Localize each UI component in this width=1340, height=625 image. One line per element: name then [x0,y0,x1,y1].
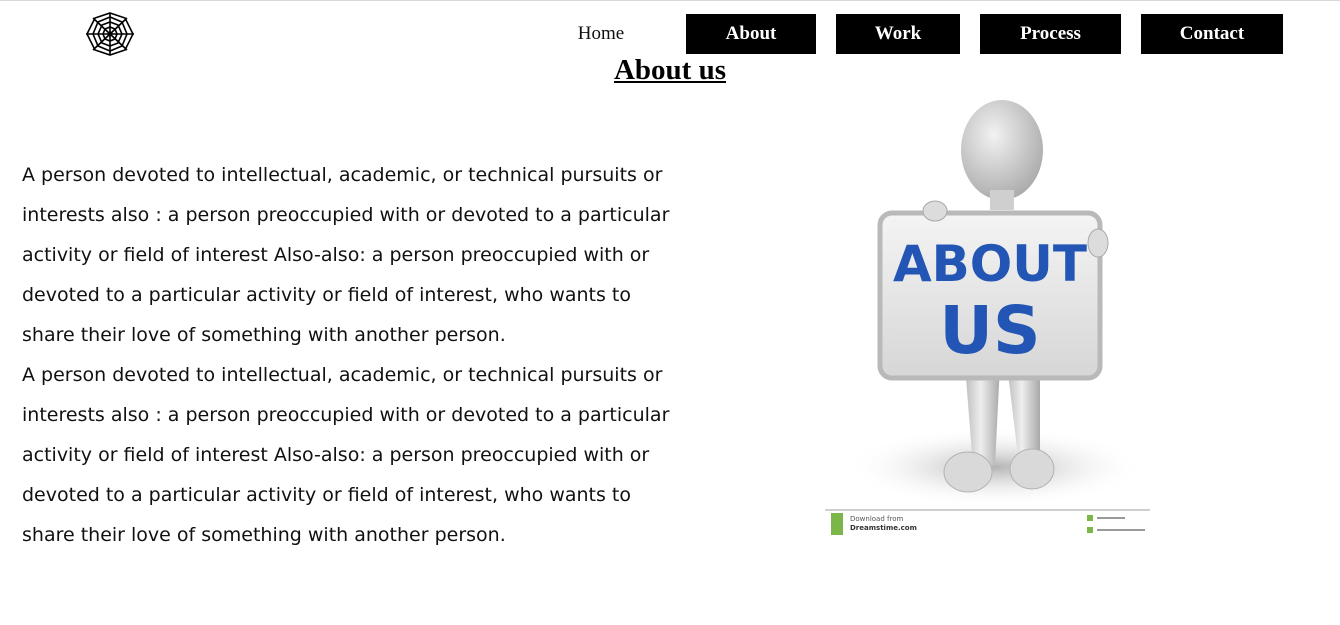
spider-web-icon[interactable] [85,12,135,56]
dreamstime-logo-icon [831,513,843,535]
nav-contact-button[interactable]: Contact [1141,14,1283,54]
about-paragraph: A person devoted to intellectual, academ… [22,364,670,546]
nav-work-button[interactable]: Work [836,14,960,54]
nav-about-button[interactable]: About [686,14,816,54]
about-us-image: ABOUT US Download from Dreamstime.com [825,95,1150,540]
sign-text-line2: US [939,292,1040,369]
sign-text-line1: ABOUT [893,235,1087,293]
about-paragraph: A person devoted to intellectual, academ… [22,164,670,346]
about-text: A person devoted to intellectual, academ… [22,155,682,555]
page-title: About us [613,54,727,86]
image-footer-text: Download from [850,515,903,523]
nav-process-button[interactable]: Process [980,14,1121,54]
nav-home-link[interactable]: Home [560,14,642,54]
image-footer-site: Dreamstime.com [850,524,917,532]
top-border [0,0,1340,1]
